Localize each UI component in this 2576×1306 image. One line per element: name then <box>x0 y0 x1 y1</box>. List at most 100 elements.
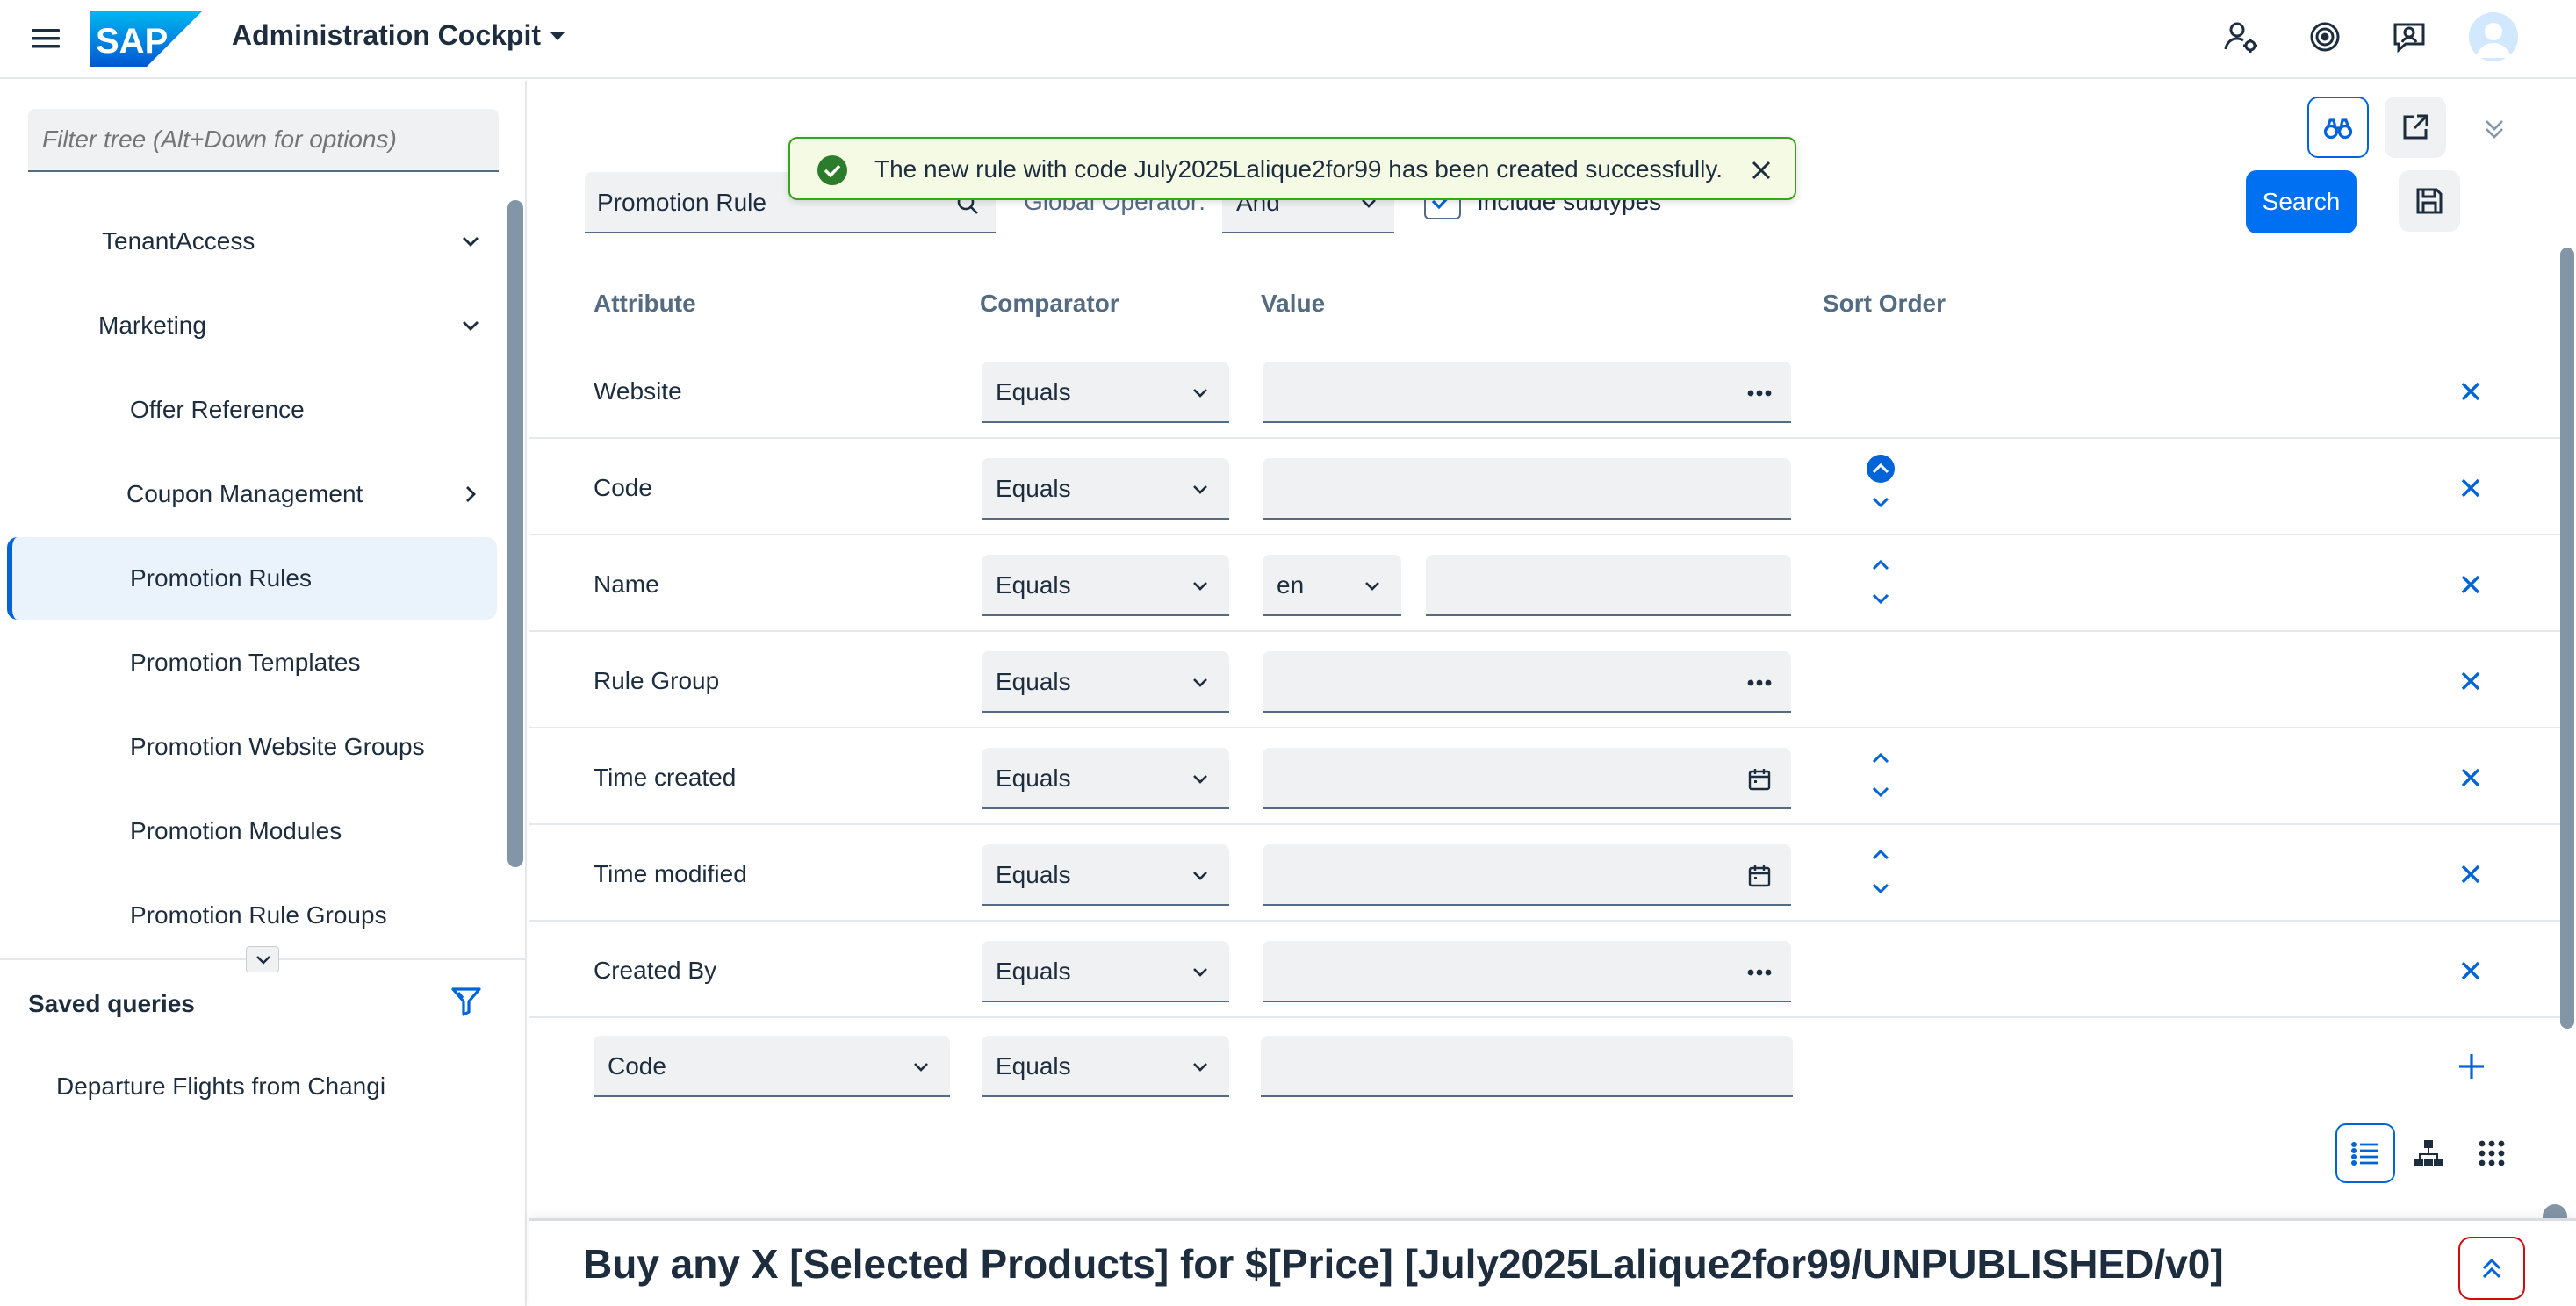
comparator-value: Equals <box>996 764 1071 792</box>
user-avatar[interactable] <box>2469 12 2518 61</box>
tree-item-label: Offer Reference <box>130 396 305 423</box>
shell-bar: SAP Administration Cockpit <box>0 0 2576 79</box>
tree-item-label: Promotion Rules <box>130 564 312 592</box>
chevron-down-icon[interactable] <box>460 231 481 252</box>
chevron-down-icon <box>1193 582 1207 591</box>
sort-order-control-icon[interactable] <box>1863 743 1898 813</box>
selected-object-title: Buy any X [Selected Products] for $[Pric… <box>583 1241 2224 1287</box>
tree-expand-more-icon[interactable] <box>246 946 279 972</box>
remove-condition-icon[interactable] <box>2458 958 2483 983</box>
main-scrollbar[interactable] <box>2560 248 2574 1029</box>
search-type-value: Promotion Rule <box>597 189 766 216</box>
value-text-input[interactable] <box>1426 555 1791 616</box>
new-comparator-select[interactable]: Equals <box>982 1036 1229 1097</box>
chevron-down-icon <box>1193 1063 1207 1072</box>
notifications-icon[interactable] <box>2390 18 2428 56</box>
remove-condition-icon[interactable] <box>2458 379 2483 404</box>
sort-order-control-icon[interactable] <box>1863 839 1898 909</box>
saved-queries-title: Saved queries <box>28 990 195 1017</box>
column-header-attribute: Attribute <box>594 290 696 317</box>
tree-item-promotion-rule-groups[interactable]: Promotion Rule Groups <box>7 874 497 957</box>
search-condition-row: Created By Equals <box>529 922 2574 1018</box>
remove-condition-icon[interactable] <box>2458 862 2483 886</box>
more-options-icon[interactable] <box>1745 958 1774 987</box>
tree-item-label: TenantAccess <box>102 227 255 255</box>
chevron-down-icon <box>1193 968 1207 977</box>
tree-item-marketing[interactable]: Marketing <box>7 284 497 367</box>
comparator-select[interactable]: Equals <box>982 555 1229 616</box>
tree-item-promotion-website-groups[interactable]: Promotion Website Groups <box>7 706 497 788</box>
navigation-sidebar: TenantAccess Marketing Offer Reference C… <box>0 81 527 1306</box>
scroll-to-top-button[interactable] <box>2458 1237 2525 1300</box>
chevron-right-icon[interactable] <box>460 484 481 505</box>
filter-icon[interactable] <box>450 985 483 1018</box>
column-header-value: Value <box>1261 290 1326 317</box>
value-reference-field[interactable] <box>1263 651 1791 713</box>
remove-condition-icon[interactable] <box>2458 572 2483 597</box>
value-reference-field[interactable] <box>1263 362 1791 423</box>
remove-condition-icon[interactable] <box>2458 669 2483 693</box>
sap-logo[interactable]: SAP <box>90 11 203 67</box>
chevron-down-icon <box>1193 389 1207 398</box>
comparator-value: Equals <box>996 475 1071 502</box>
tree-item-label: Marketing <box>98 312 206 339</box>
sort-order-control-icon[interactable] <box>1863 549 1898 620</box>
tree-item-promotion-rules[interactable]: Promotion Rules <box>7 537 497 620</box>
chevron-down-icon <box>1193 872 1207 880</box>
calendar-icon[interactable] <box>1745 862 1774 890</box>
comparator-select[interactable]: Equals <box>982 362 1229 423</box>
search-condition-row: Website Equals <box>529 342 2574 439</box>
comparator-select[interactable]: Equals <box>982 458 1229 520</box>
tree-scrollbar[interactable] <box>507 200 523 867</box>
locale-select[interactable]: en <box>1263 555 1401 616</box>
tree-view-button[interactable] <box>2399 1123 2458 1183</box>
tree-item-tenantaccess[interactable]: TenantAccess <box>7 200 497 283</box>
tree-item-promotion-templates[interactable]: Promotion Templates <box>7 621 497 704</box>
tree-item-promotion-modules[interactable]: Promotion Modules <box>7 790 497 872</box>
saved-query-item[interactable]: Departure Flights from Changi <box>56 1073 385 1101</box>
comparator-select[interactable]: Equals <box>982 651 1229 713</box>
caret-down-icon[interactable] <box>548 26 567 46</box>
list-view-button[interactable] <box>2335 1123 2395 1183</box>
filter-tree-input[interactable] <box>28 109 499 172</box>
value-reference-field[interactable] <box>1263 941 1791 1002</box>
tree-item-coupon-management[interactable]: Coupon Management <box>7 453 497 535</box>
sort-order-control-icon[interactable] <box>1863 453 1898 523</box>
chevron-down-icon <box>1193 678 1207 687</box>
system-status-icon[interactable] <box>2306 18 2344 56</box>
more-options-icon[interactable] <box>1745 379 1774 407</box>
grid-view-button[interactable] <box>2462 1123 2522 1183</box>
value-date-input[interactable] <box>1263 844 1791 906</box>
value-date-input[interactable] <box>1263 748 1791 809</box>
new-attribute-select[interactable]: Code <box>594 1036 950 1097</box>
save-query-button[interactable] <box>2399 170 2460 232</box>
new-value-input[interactable] <box>1261 1036 1793 1097</box>
remove-condition-icon[interactable] <box>2458 765 2483 790</box>
remove-condition-icon[interactable] <box>2458 476 2483 500</box>
comparator-select[interactable]: Equals <box>982 748 1229 809</box>
binoculars-button[interactable] <box>2307 97 2369 158</box>
tree-item-offer-reference[interactable]: Offer Reference <box>7 369 497 451</box>
close-icon[interactable] <box>1749 158 1774 183</box>
success-check-icon <box>817 155 847 185</box>
locale-value: en <box>1277 571 1305 599</box>
comparator-select[interactable]: Equals <box>982 844 1229 906</box>
comparator-select[interactable]: Equals <box>982 941 1229 1002</box>
search-button[interactable]: Search <box>2246 170 2357 233</box>
search-condition-row: Rule Group Equals <box>529 632 2574 728</box>
comparator-value: Equals <box>996 668 1071 695</box>
new-attribute-value: Code <box>608 1052 666 1080</box>
more-options-icon[interactable] <box>1745 669 1774 697</box>
app-title[interactable]: Administration Cockpit <box>232 18 541 53</box>
add-condition-icon[interactable] <box>2457 1051 2486 1081</box>
chevron-down-icon[interactable] <box>460 315 481 336</box>
calendar-icon[interactable] <box>1745 765 1774 793</box>
menu-icon[interactable] <box>28 21 63 56</box>
export-button[interactable] <box>2385 97 2446 158</box>
tree-item-label: Promotion Templates <box>130 649 361 676</box>
user-settings-icon[interactable] <box>2221 18 2260 56</box>
collapse-double-chevron-icon[interactable] <box>2479 114 2509 144</box>
attribute-label: Time created <box>594 764 737 791</box>
value-text-input[interactable] <box>1263 458 1791 520</box>
chevron-down-icon <box>914 1063 928 1072</box>
